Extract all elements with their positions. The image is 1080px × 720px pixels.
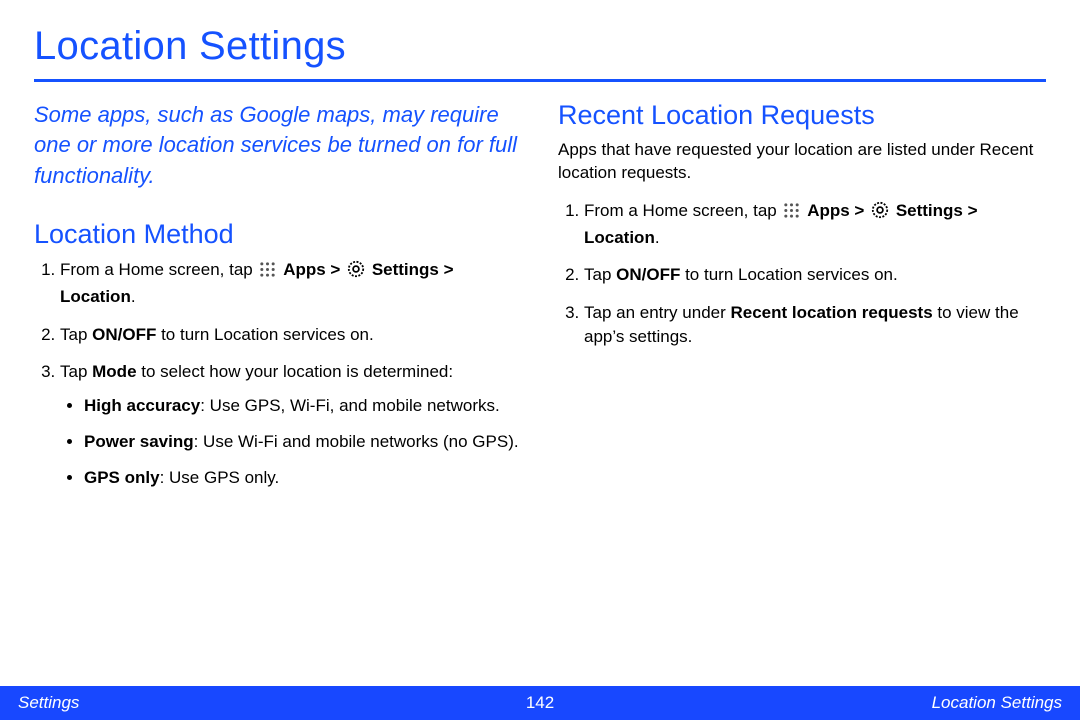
list-item: From a Home screen, tap Apps > bbox=[584, 199, 1046, 250]
apps-grid-icon bbox=[783, 202, 800, 226]
list-item: GPS only: Use GPS only. bbox=[84, 466, 522, 490]
step-text: to select how your location is determine… bbox=[137, 362, 454, 381]
apps-label: Apps > bbox=[283, 260, 345, 279]
settings-gear-icon bbox=[871, 201, 889, 226]
right-column: Recent Location Requests Apps that have … bbox=[558, 100, 1046, 504]
apps-label: Apps > bbox=[807, 201, 869, 220]
step-text: From a Home screen, tap bbox=[60, 260, 257, 279]
page-footer: Settings 142 Location Settings bbox=[0, 686, 1080, 720]
list-item: Power saving: Use Wi-Fi and mobile netwo… bbox=[84, 430, 522, 454]
step-text: to turn Location services on. bbox=[680, 265, 897, 284]
option-desc: : Use Wi-Fi and mobile networks (no GPS)… bbox=[194, 432, 519, 451]
option-desc: : Use GPS, Wi-Fi, and mobile networks. bbox=[200, 396, 499, 415]
columns: Some apps, such as Google maps, may requ… bbox=[34, 100, 1046, 504]
intro-text: Some apps, such as Google maps, may requ… bbox=[34, 100, 522, 191]
list-item: High accuracy: Use GPS, Wi-Fi, and mobil… bbox=[84, 394, 522, 418]
left-column: Some apps, such as Google maps, may requ… bbox=[34, 100, 522, 504]
period: . bbox=[655, 228, 660, 247]
step-text: Tap bbox=[60, 325, 92, 344]
list-item: Tap ON/OFF to turn Location services on. bbox=[584, 263, 1046, 287]
step-text: Tap bbox=[584, 265, 616, 284]
title-rule bbox=[34, 79, 1046, 82]
list-item: Tap ON/OFF to turn Location services on. bbox=[60, 323, 522, 347]
onoff-label: ON/OFF bbox=[616, 265, 680, 284]
document-page: Location Settings Some apps, such as Goo… bbox=[0, 0, 1080, 720]
recent-requests-intro: Apps that have requested your location a… bbox=[558, 139, 1046, 185]
location-method-steps: From a Home screen, tap Apps > bbox=[34, 258, 522, 490]
footer-right: Location Settings bbox=[932, 693, 1062, 713]
recent-requests-label: Recent location requests bbox=[730, 303, 932, 322]
recent-requests-steps: From a Home screen, tap Apps > bbox=[558, 199, 1046, 349]
footer-left: Settings bbox=[18, 693, 79, 713]
apps-grid-icon bbox=[259, 261, 276, 285]
section-heading-location-method: Location Method bbox=[34, 219, 522, 250]
option-name: GPS only bbox=[84, 468, 160, 487]
list-item: Tap an entry under Recent location reque… bbox=[584, 301, 1046, 349]
list-item: Tap Mode to select how your location is … bbox=[60, 360, 522, 489]
step-text: to turn Location services on. bbox=[156, 325, 373, 344]
option-name: High accuracy bbox=[84, 396, 200, 415]
onoff-label: ON/OFF bbox=[92, 325, 156, 344]
period: . bbox=[131, 287, 136, 306]
list-item: From a Home screen, tap Apps > bbox=[60, 258, 522, 309]
footer-page-number: 142 bbox=[526, 693, 554, 713]
mode-options: High accuracy: Use GPS, Wi-Fi, and mobil… bbox=[60, 394, 522, 489]
option-name: Power saving bbox=[84, 432, 194, 451]
step-text: Tap bbox=[60, 362, 92, 381]
section-heading-recent-requests: Recent Location Requests bbox=[558, 100, 1046, 131]
step-text: From a Home screen, tap bbox=[584, 201, 781, 220]
settings-gear-icon bbox=[347, 260, 365, 285]
mode-label: Mode bbox=[92, 362, 136, 381]
option-desc: : Use GPS only. bbox=[160, 468, 280, 487]
page-title: Location Settings bbox=[34, 24, 1046, 69]
step-text: Tap an entry under bbox=[584, 303, 730, 322]
